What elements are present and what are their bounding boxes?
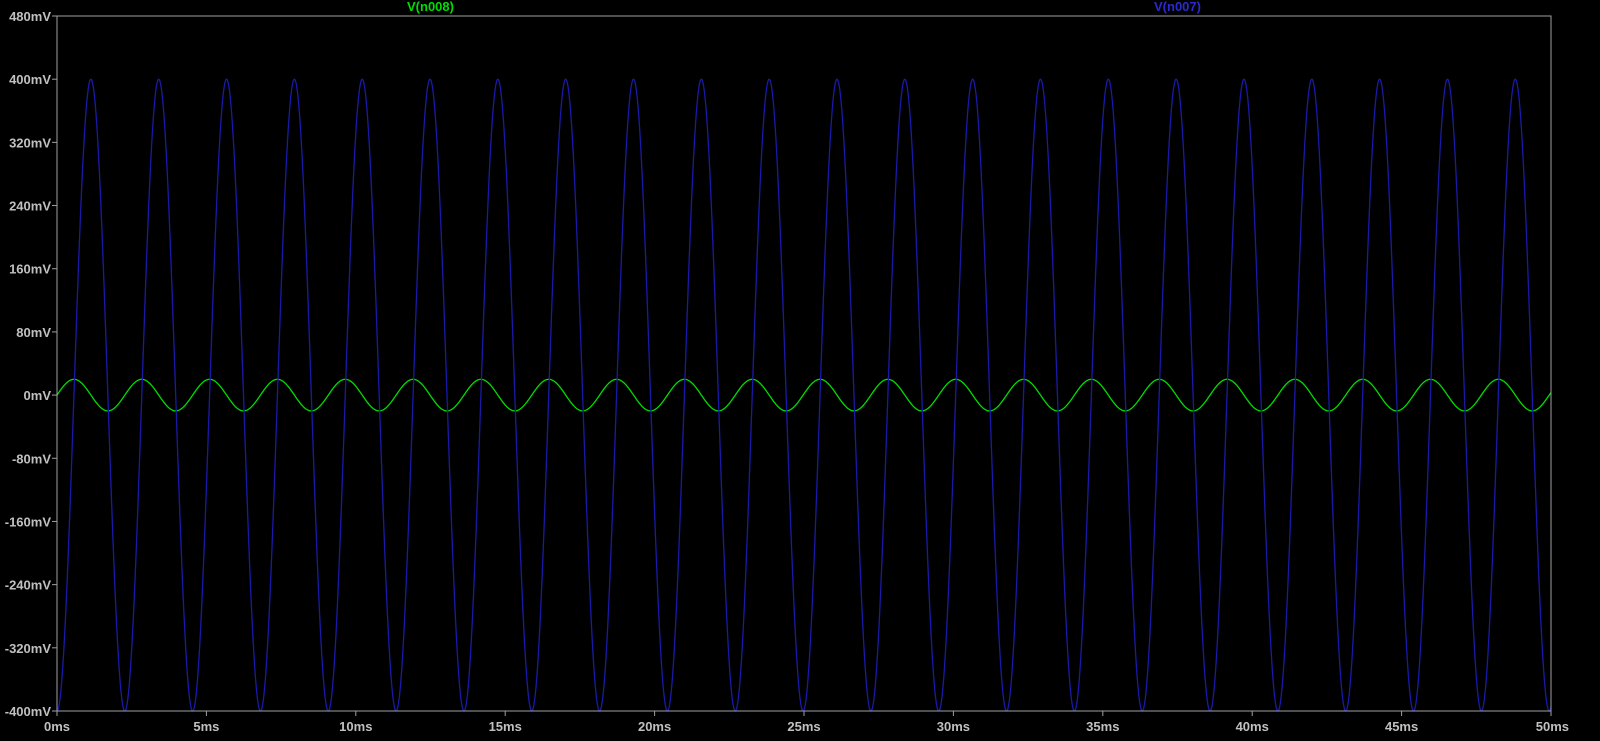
x-tick-label: 15ms <box>489 719 522 734</box>
y-tick-label: -160mV <box>5 514 52 529</box>
y-tick-label: 240mV <box>9 199 51 214</box>
y-tick-label: 400mV <box>9 72 51 87</box>
y-tick-label: -400mV <box>5 704 52 719</box>
x-tick-label: 0ms <box>44 719 70 734</box>
y-tick-label: -80mV <box>12 451 51 466</box>
legend-label[interactable]: V(n008) <box>407 0 454 14</box>
x-tick-label: 5ms <box>193 719 219 734</box>
x-tick-label: 40ms <box>1236 719 1269 734</box>
y-tick-label: 160mV <box>9 262 51 277</box>
legend-label[interactable]: V(n007) <box>1154 0 1201 14</box>
x-tick-label: 25ms <box>787 719 820 734</box>
x-tick-label: 50ms <box>1536 719 1569 734</box>
y-tick-label: 320mV <box>9 135 51 150</box>
y-tick-label: 480mV <box>9 9 51 24</box>
plot-background <box>0 0 1600 736</box>
plot-svg: V(n008) V(n007) 480mV 400mV 320mV 240mV 160mV… <box>0 0 1600 736</box>
x-tick-label: 35ms <box>1086 719 1119 734</box>
y-tick-label: 0mV <box>24 388 52 403</box>
y-tick-label: -240mV <box>5 578 52 593</box>
x-tick-label: 30ms <box>937 719 970 734</box>
y-tick-label: 80mV <box>16 325 51 340</box>
x-tick-label: 20ms <box>638 719 671 734</box>
x-tick-label: 45ms <box>1385 719 1418 734</box>
y-tick-label: -320mV <box>5 641 52 656</box>
x-tick-label: 10ms <box>339 719 372 734</box>
waveform-viewer: V(n008) V(n007) 480mV 400mV 320mV 240mV 160mV… <box>0 0 1600 736</box>
